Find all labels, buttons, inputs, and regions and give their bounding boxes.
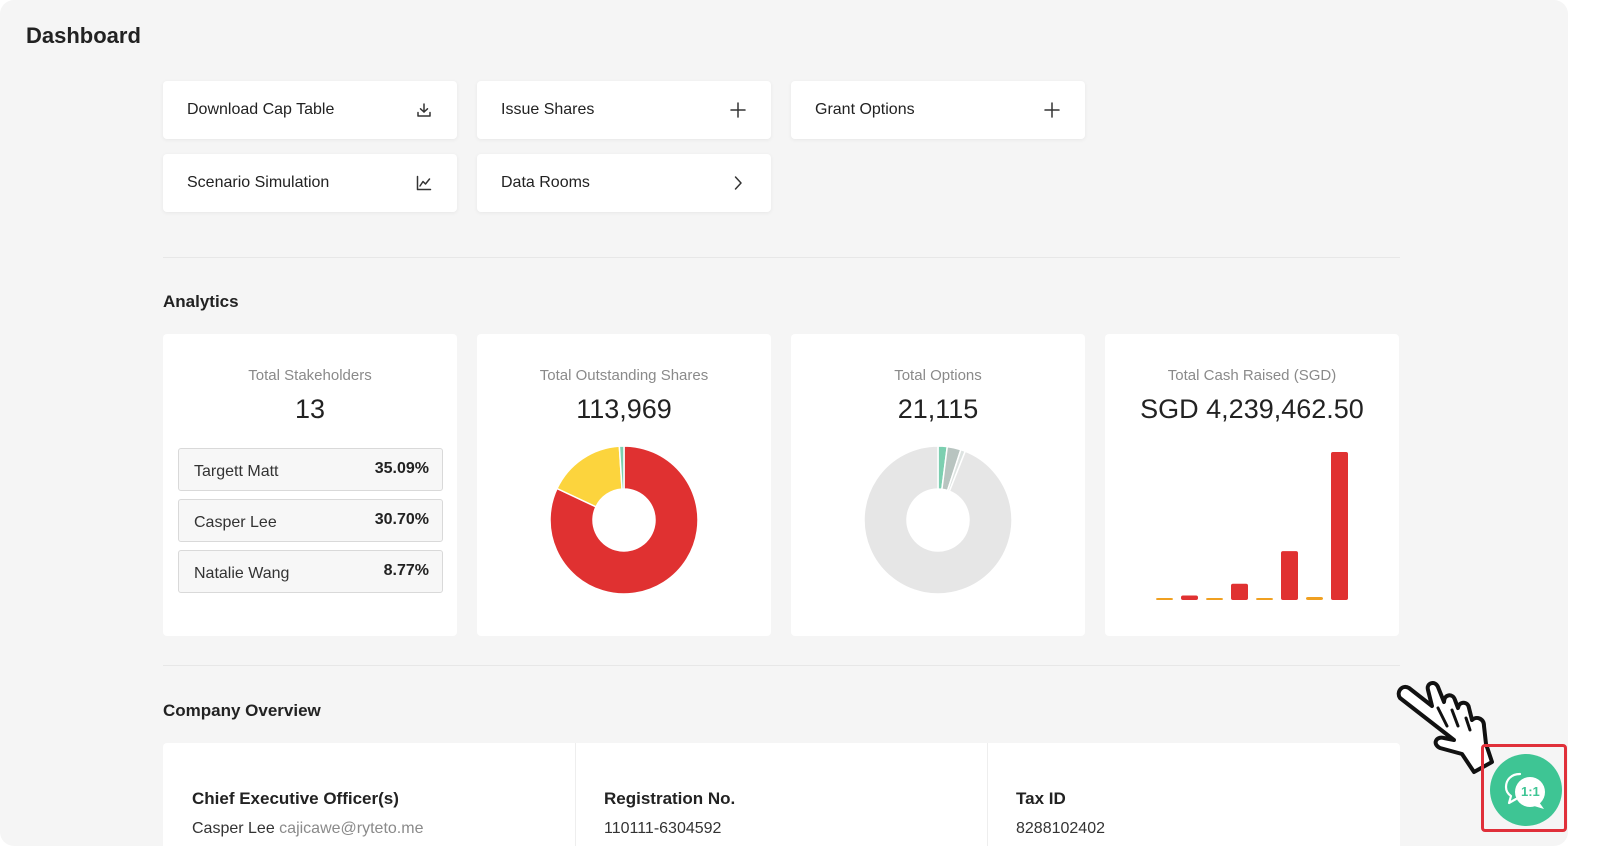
- scenario-simulation-button[interactable]: Scenario Simulation: [163, 154, 457, 212]
- tax-id-label: Tax ID: [1016, 789, 1066, 808]
- options-donut-chart: [863, 445, 1013, 595]
- total-options-card: Total Options 21,115: [791, 334, 1085, 636]
- cash-bar-chart: [1156, 452, 1348, 600]
- column-separator: [575, 743, 576, 846]
- company-overview-title: Company Overview: [163, 701, 321, 720]
- scenario-simulation-label: Scenario Simulation: [187, 174, 330, 191]
- ceo-name: Casper Lee: [192, 820, 275, 837]
- cash-raised-card: Total Cash Raised (SGD) SGD 4,239,462.50: [1105, 334, 1399, 636]
- stakeholder-percent: 35.09%: [374, 460, 429, 477]
- cash-bar: [1206, 598, 1223, 600]
- outstanding-shares-label: Total Outstanding Shares: [539, 367, 709, 384]
- chat-button[interactable]: 1:1: [1490, 754, 1562, 826]
- total-options-value: 21,115: [897, 394, 979, 424]
- chevron-right-icon: [729, 174, 747, 192]
- registration-label: Registration No.: [604, 789, 736, 808]
- ceo-value: Casper Lee cajicawe@ryteto.me: [192, 820, 423, 838]
- app-frame: Dashboard Download Cap Table Issue Share…: [0, 0, 1568, 846]
- total-options-label: Total Options: [894, 367, 982, 384]
- download-cap-table-label: Download Cap Table: [187, 101, 335, 118]
- cash-bar: [1256, 598, 1273, 600]
- issue-shares-button[interactable]: Issue Shares: [477, 81, 771, 139]
- stakeholders-label: Total Stakeholders: [248, 367, 372, 384]
- stakeholder-percent: 30.70%: [374, 511, 429, 528]
- outstanding-shares-card: Total Outstanding Shares 113,969: [477, 334, 771, 636]
- cash-bar: [1181, 595, 1198, 600]
- cash-bar: [1156, 598, 1173, 600]
- stakeholders-card: Total Stakeholders 13 Targett Matt 35.09…: [163, 334, 457, 636]
- outstanding-shares-value: 113,969: [576, 394, 672, 424]
- download-cap-table-button[interactable]: Download Cap Table: [163, 81, 457, 139]
- cash-raised-value: SGD 4,239,462.50: [1140, 394, 1364, 424]
- stakeholders-value: 13: [294, 394, 326, 424]
- column-separator: [987, 743, 988, 846]
- grant-options-label: Grant Options: [815, 101, 915, 118]
- plus-icon: [1043, 101, 1061, 119]
- stakeholder-name: Casper Lee: [194, 514, 277, 531]
- tax-id-value: 8288102402: [1016, 820, 1105, 837]
- cash-raised-label: Total Cash Raised (SGD): [1167, 367, 1337, 384]
- stakeholder-row[interactable]: Casper Lee 30.70%: [178, 499, 443, 542]
- chat-label: 1:1: [1521, 784, 1540, 799]
- stakeholder-row[interactable]: Targett Matt 35.09%: [178, 448, 443, 491]
- cash-bar: [1231, 583, 1248, 600]
- divider: [163, 257, 1400, 258]
- line-chart-icon: [415, 174, 433, 192]
- page-title: Dashboard: [26, 23, 141, 48]
- registration-value: 110111-6304592: [604, 820, 722, 837]
- donut-slice: [863, 445, 1013, 595]
- stakeholder-name: Targett Matt: [194, 463, 279, 480]
- cash-bar: [1306, 597, 1323, 600]
- ceo-email: cajicawe@ryteto.me: [279, 820, 424, 837]
- analytics-title: Analytics: [163, 292, 239, 311]
- company-overview-card: Chief Executive Officer(s) Casper Lee ca…: [163, 743, 1400, 846]
- download-icon: [415, 101, 433, 119]
- data-rooms-label: Data Rooms: [501, 174, 590, 191]
- stakeholder-percent: 8.77%: [383, 562, 429, 579]
- stakeholder-row[interactable]: Natalie Wang 8.77%: [178, 550, 443, 593]
- cash-bar: [1331, 452, 1348, 600]
- ceo-label: Chief Executive Officer(s): [192, 789, 399, 808]
- plus-icon: [729, 101, 747, 119]
- data-rooms-button[interactable]: Data Rooms: [477, 154, 771, 212]
- divider: [163, 665, 1400, 666]
- shares-donut-chart: [549, 445, 699, 595]
- stakeholder-name: Natalie Wang: [194, 565, 290, 582]
- grant-options-button[interactable]: Grant Options: [791, 81, 1085, 139]
- cash-bar: [1281, 551, 1298, 600]
- issue-shares-label: Issue Shares: [501, 101, 595, 118]
